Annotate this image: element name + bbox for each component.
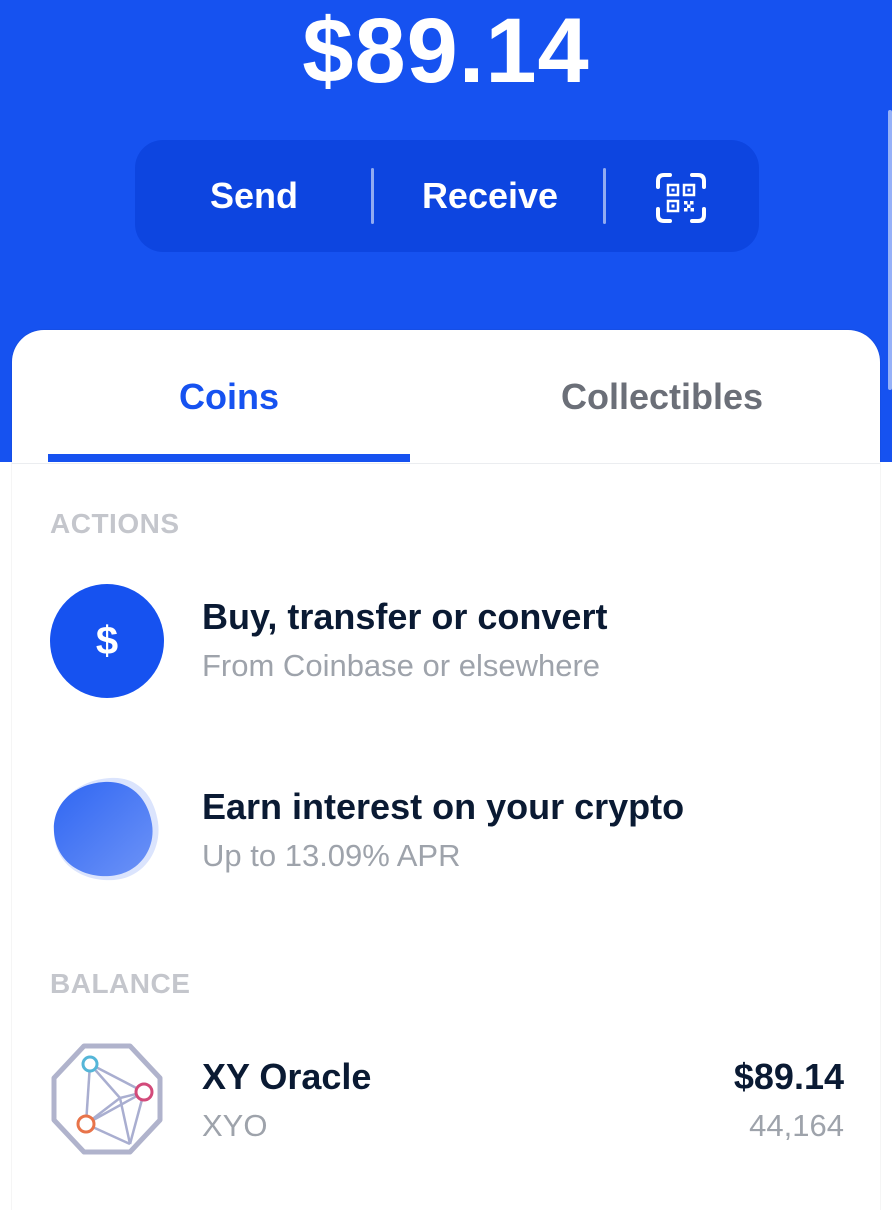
earn-interest-action[interactable]: Earn interest on your crypto Up to 13.09…	[12, 770, 880, 890]
asset-value: $89.14	[733, 1056, 844, 1097]
qr-code-icon[interactable]	[655, 172, 707, 224]
total-balance: $89.14	[302, 0, 590, 102]
buy-transfer-convert-action[interactable]: $ Buy, transfer or convert From Coinbase…	[12, 580, 880, 700]
scrollbar[interactable]	[888, 110, 892, 390]
asset-row[interactable]: XY Oracle XYO $89.14 44,164	[12, 1040, 880, 1160]
tab-collectibles[interactable]: Collectibles	[462, 352, 862, 442]
asset-amount: 44,164	[749, 1108, 844, 1143]
receive-button[interactable]: Receive	[375, 140, 605, 252]
divider	[603, 168, 606, 224]
send-button[interactable]: Send	[135, 140, 373, 252]
action-bar: Send Receive	[135, 140, 759, 252]
assets-card: Coins Collectibles ACTIONS $ Buy, transf…	[12, 330, 880, 1210]
divider	[371, 168, 374, 224]
action-title: Earn interest on your crypto	[202, 786, 685, 827]
section-label-actions: ACTIONS	[50, 508, 180, 539]
active-tab-indicator	[48, 454, 410, 462]
action-title: Buy, transfer or convert	[202, 596, 608, 637]
action-subtitle: From Coinbase or elsewhere	[202, 648, 601, 683]
asset-ticker: XYO	[202, 1108, 268, 1143]
xyo-logo-icon	[48, 1040, 166, 1158]
tab-coins[interactable]: Coins	[48, 352, 410, 442]
divider	[12, 463, 880, 464]
asset-name: XY Oracle	[202, 1056, 372, 1097]
earn-blob-icon	[48, 770, 166, 888]
action-subtitle: Up to 13.09% APR	[202, 838, 461, 873]
dollar-icon: $	[50, 584, 164, 698]
section-label-balance: BALANCE	[50, 968, 191, 999]
